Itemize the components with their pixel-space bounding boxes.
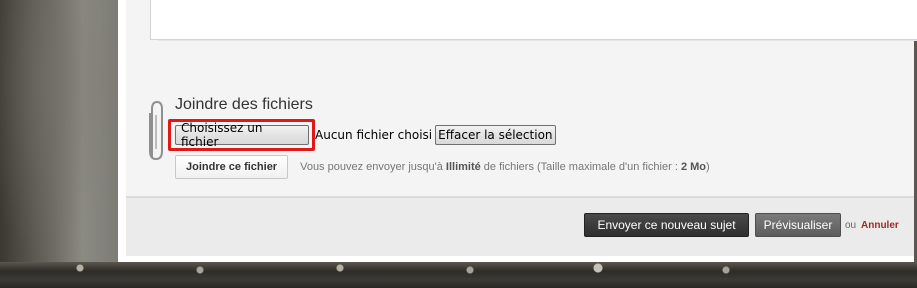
preview-button[interactable]: Prévisualiser	[755, 213, 841, 237]
attach-actions-row: Joindre ce fichier Vous pouvez envoyer j…	[175, 155, 710, 179]
hint-text-after: )	[706, 161, 710, 173]
no-file-chosen-text: Aucun fichier choisi	[315, 128, 433, 142]
hint-text-middle: de fichiers (Taille maximale d'un fichie…	[480, 161, 681, 173]
form-footer: Envoyer ce nouveau sujet Prévisualiser o…	[126, 197, 914, 256]
hint-text-before: Vous pouvez envoyer jusqu'à	[300, 161, 446, 173]
or-separator: ou	[845, 220, 857, 231]
cancel-link[interactable]: Annuler	[861, 220, 899, 231]
message-textarea[interactable]	[150, 0, 917, 40]
clear-selection-button[interactable]: Effacer la sélection	[435, 125, 556, 145]
attach-file-button[interactable]: Joindre ce fichier	[175, 155, 289, 179]
choose-file-button[interactable]: Choisissez un fichier	[175, 121, 309, 149]
hint-file-limit: Illimité	[445, 161, 481, 173]
background-bottom-studs	[0, 262, 917, 288]
paperclip-icon	[149, 100, 163, 161]
hint-max-size: 2 Mo	[680, 161, 706, 173]
background-left-shade	[0, 0, 118, 262]
file-input-row: Choisissez un fichier Aucun fichier choi…	[175, 121, 556, 149]
send-topic-button[interactable]: Envoyer ce nouveau sujet	[584, 213, 749, 237]
attachments-title: Joindre des fichiers	[175, 96, 313, 113]
textarea-bottom-edge	[158, 40, 917, 41]
upload-limit-hint: Vous pouvez envoyer jusqu'à Illimité de …	[300, 161, 710, 173]
